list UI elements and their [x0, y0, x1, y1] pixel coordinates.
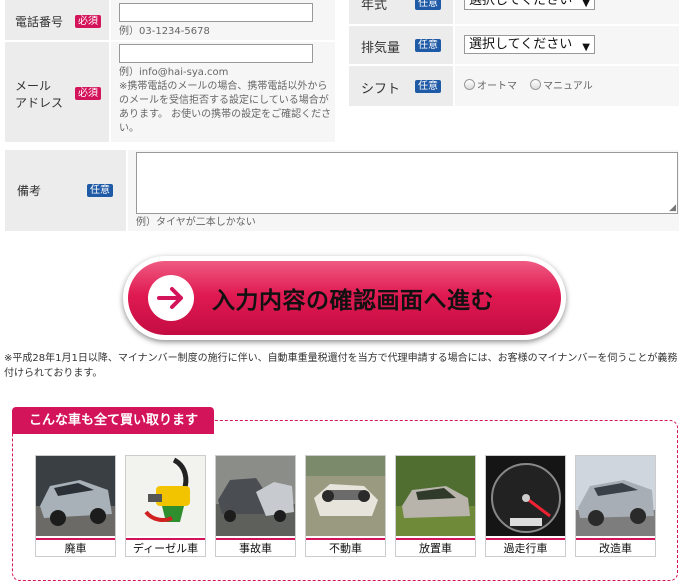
year-label-cell: 年式 任意 — [349, 0, 453, 24]
car-card-diesel[interactable]: ディーゼル車 — [125, 455, 206, 557]
displacement-label: 排気量 — [361, 41, 401, 56]
high-mileage-car-caption: 過走行車 — [486, 538, 565, 556]
scrap-car-image — [36, 456, 115, 536]
year-select-value: 選択してください — [469, 0, 573, 8]
modified-car-image — [576, 456, 655, 536]
phone-label: 電話番号 — [15, 15, 64, 29]
displacement-optional-badge: 任意 — [415, 39, 441, 52]
remarks-textarea[interactable]: ◢ — [136, 152, 678, 214]
confirm-button-face: 入力内容の確認画面へ進む — [128, 261, 561, 335]
accident-car-image — [216, 456, 295, 536]
shift-optional-badge: 任意 — [415, 80, 441, 93]
scrap-car-caption: 廃車 — [36, 538, 115, 556]
mynumber-notice: ※平成28年1月1日以降、マイナンバー制度の施行に伴い、自動車重量税還付を当方で… — [4, 351, 684, 381]
mail-label-cell: メール アドレス 必須 — [5, 42, 109, 142]
confirm-button[interactable]: 入力内容の確認画面へ進む — [123, 256, 566, 340]
year-select-chevron-down-icon: ▼ — [582, 0, 590, 9]
phone-hint: 例）03-1234-5678 — [119, 26, 210, 37]
modified-car-caption: 改造車 — [576, 538, 655, 556]
car-types-title: こんな車も全て買い取ります — [12, 407, 214, 434]
accident-car-caption: 事故車 — [216, 538, 295, 556]
mail-note-line4: い。 — [119, 123, 139, 134]
high-mileage-car-image — [486, 456, 565, 536]
abandoned-car-caption: 放置車 — [396, 538, 475, 556]
diesel-car-image — [126, 456, 205, 536]
car-card-accident[interactable]: 事故車 — [215, 455, 296, 557]
phone-input[interactable] — [119, 3, 313, 22]
shift-auto-label: オートマ — [477, 81, 517, 92]
displacement-select[interactable]: 選択してください ▼ — [464, 35, 595, 54]
textarea-resize-handle[interactable]: ◢ — [669, 204, 676, 213]
car-card-abandoned[interactable]: 放置車 — [395, 455, 476, 557]
year-label: 年式 — [361, 0, 388, 13]
year-select[interactable]: 選択してください ▼ — [464, 0, 595, 10]
mail-label-line2: アドレス — [15, 96, 64, 110]
phone-label-cell: 電話番号 必須 — [5, 0, 109, 40]
remarks-optional-badge: 任意 — [87, 184, 113, 197]
remarks-label: 備考 — [17, 184, 42, 198]
car-card-high-mileage[interactable]: 過走行車 — [485, 455, 566, 557]
shift-label: シフト — [361, 82, 401, 97]
mail-field-cell: 例）info@hai-sya.com ※携帯電話のメールの場合、携帯電話以外から… — [111, 42, 335, 142]
phone-required-badge: 必須 — [75, 15, 101, 28]
phone-field-cell: 例）03-1234-5678 — [111, 0, 335, 40]
displacement-select-value: 選択してください — [469, 37, 573, 52]
year-field-cell: 選択してください ▼ — [455, 0, 679, 24]
shift-label-cell: シフト 任意 — [349, 66, 453, 106]
confirm-button-label: 入力内容の確認画面へ進む — [212, 288, 494, 314]
car-card-modified[interactable]: 改造車 — [575, 455, 656, 557]
shift-manual-radio[interactable] — [530, 79, 541, 90]
year-optional-badge: 任意 — [415, 0, 441, 10]
displacement-field-cell: 選択してください ▼ — [455, 26, 679, 64]
shift-manual-option[interactable]: マニュアル — [530, 77, 593, 92]
non-running-car-caption: 不動車 — [306, 538, 385, 556]
mail-required-badge: 必須 — [75, 87, 101, 100]
abandoned-car-image — [396, 456, 475, 536]
shift-manual-label: マニュアル — [543, 81, 593, 92]
remarks-hint: 例）タイヤが二本しかない — [136, 217, 256, 228]
remarks-label-cell: 備考 任意 — [5, 150, 126, 231]
notice-line2: 付けられております。 — [4, 368, 103, 379]
mail-note-line2: のメールを受信拒否する設定にしている場合が — [119, 95, 329, 106]
shift-auto-radio[interactable] — [464, 79, 475, 90]
notice-line1: ※平成28年1月1日以降、マイナンバー制度の施行に伴い、自動車重量税還付を当方で… — [4, 353, 678, 364]
arrow-right-circle-icon — [148, 275, 194, 321]
car-card-scrap[interactable]: 廃車 — [35, 455, 116, 557]
diesel-car-caption: ディーゼル車 — [126, 538, 205, 556]
mail-input[interactable] — [119, 44, 313, 63]
displacement-select-chevron-down-icon: ▼ — [582, 42, 590, 53]
shift-auto-option[interactable]: オートマ — [464, 77, 517, 92]
mail-note-line1: ※携帯電話のメールの場合、携帯電話以外から — [119, 81, 328, 92]
mail-note-line3: あります。 お使いの携帯の設定をご確認くださ — [119, 109, 332, 120]
shift-field-cell: オートマ マニュアル — [455, 66, 679, 106]
mail-label-line1: メール — [15, 79, 52, 93]
mail-hint: 例）info@hai-sya.com — [119, 67, 229, 78]
displacement-label-cell: 排気量 任意 — [349, 26, 453, 64]
non-running-car-image — [306, 456, 385, 536]
car-card-non-running[interactable]: 不動車 — [305, 455, 386, 557]
remarks-field-cell: ◢ 例）タイヤが二本しかない — [128, 150, 679, 231]
